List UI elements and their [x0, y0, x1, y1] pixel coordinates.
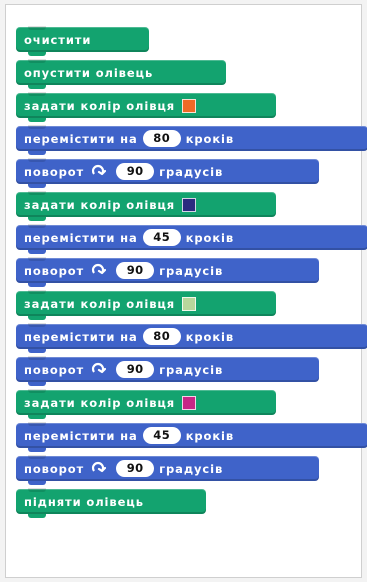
move-block-2[interactable]: перемістити на 45 кроків: [16, 224, 367, 254]
set-pen-color-label-3: задати колір олівця: [24, 296, 176, 311]
turn-label-1: поворот: [24, 164, 85, 179]
turn-unit-1: градусів: [159, 164, 224, 179]
turn-clockwise-icon: [92, 263, 107, 274]
set-pen-color-block-1[interactable]: задати колір олівця: [16, 92, 276, 122]
script-area: очистити опустити олівець задати колір о…: [5, 4, 367, 578]
turn-unit-2: градусів: [159, 263, 224, 278]
turn-clockwise-icon: [92, 461, 107, 472]
turn-block-4[interactable]: поворот 90 градусів: [16, 455, 319, 485]
turn-degrees-input-2[interactable]: 90: [116, 262, 155, 279]
move-label-1: перемістити на: [24, 131, 138, 146]
pen-color-swatch-light-green[interactable]: [182, 296, 197, 311]
pen-color-swatch-navy[interactable]: [182, 197, 197, 212]
move-label-2: перемістити на: [24, 230, 138, 245]
turn-block-1[interactable]: поворот 90 градусів: [16, 158, 319, 188]
turn-degrees-input-3[interactable]: 90: [116, 361, 155, 378]
turn-block-2[interactable]: поворот 90 градусів: [16, 257, 319, 287]
move-steps-input-1[interactable]: 80: [142, 130, 181, 147]
turn-clockwise-icon: [92, 164, 107, 175]
turn-degrees-input-4[interactable]: 90: [116, 460, 155, 477]
turn-label-4: поворот: [24, 461, 85, 476]
move-steps-input-2[interactable]: 45: [142, 229, 181, 246]
move-unit-1: кроків: [185, 131, 235, 146]
set-pen-color-block-2[interactable]: задати колір олівця: [16, 191, 276, 221]
pen-color-swatch-orange[interactable]: [182, 98, 197, 113]
pen-down-block[interactable]: опустити олівець: [16, 59, 226, 89]
pen-color-swatch-magenta[interactable]: [182, 395, 197, 410]
turn-degrees-input-1[interactable]: 90: [116, 163, 155, 180]
set-pen-color-label-1: задати колір олівця: [24, 98, 176, 113]
move-steps-input-4[interactable]: 45: [142, 427, 181, 444]
set-pen-color-block-4[interactable]: задати колір олівця: [16, 389, 276, 419]
move-label-3: перемістити на: [24, 329, 138, 344]
pen-up-block[interactable]: підняти олівець: [16, 488, 206, 518]
move-unit-4: кроків: [185, 428, 235, 443]
set-pen-color-label-2: задати колір олівця: [24, 197, 176, 212]
move-unit-3: кроків: [185, 329, 235, 344]
clear-block-label: очистити: [24, 32, 92, 47]
move-steps-input-3[interactable]: 80: [142, 328, 181, 345]
turn-unit-4: градусів: [159, 461, 224, 476]
turn-clockwise-icon: [92, 362, 107, 373]
turn-label-2: поворот: [24, 263, 85, 278]
move-label-4: перемістити на: [24, 428, 138, 443]
pen-down-block-label: опустити олівець: [24, 65, 154, 80]
move-block-1[interactable]: перемістити на 80 кроків: [16, 125, 367, 155]
move-block-3[interactable]: перемістити на 80 кроків: [16, 323, 367, 353]
turn-label-3: поворот: [24, 362, 85, 377]
move-block-4[interactable]: перемістити на 45 кроків: [16, 422, 367, 452]
move-unit-2: кроків: [185, 230, 235, 245]
set-pen-color-label-4: задати колір олівця: [24, 395, 176, 410]
clear-block[interactable]: очистити: [16, 26, 149, 56]
turn-unit-3: градусів: [159, 362, 224, 377]
turn-block-3[interactable]: поворот 90 градусів: [16, 356, 319, 386]
pen-up-block-label: підняти олівець: [24, 494, 144, 509]
set-pen-color-block-3[interactable]: задати колір олівця: [16, 290, 276, 320]
